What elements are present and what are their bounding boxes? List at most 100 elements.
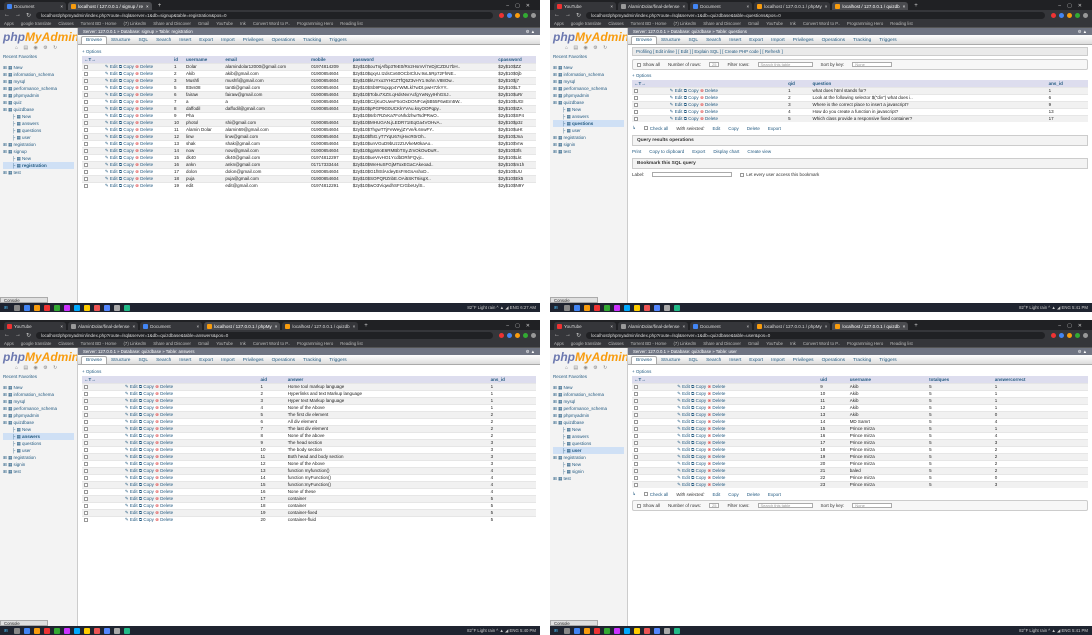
row-select-cell[interactable]: [632, 93, 668, 101]
table-cell[interactable]: 5: [927, 459, 993, 467]
table-cell[interactable]: alamindolar12000@gmail.com: [223, 62, 310, 70]
row-checkbox[interactable]: [634, 391, 638, 396]
table-cell[interactable]: 5: [488, 508, 536, 516]
back-icon[interactable]: ←: [554, 332, 560, 338]
taskbar-app-icon[interactable]: [33, 627, 40, 634]
breadcrumb[interactable]: Server: 127.0.0.1 » Database: quizdbase …: [78, 348, 540, 355]
url-input[interactable]: localhost/phpmyadmin/index.php?route=/sq…: [36, 11, 493, 19]
row-checkbox[interactable]: [634, 468, 638, 473]
table-cell[interactable]: Pha: [183, 111, 224, 119]
edit-link[interactable]: Edit: [110, 155, 118, 160]
tab-structure[interactable]: Structure: [657, 356, 684, 364]
row-select-cell[interactable]: [632, 417, 676, 425]
table-cell[interactable]: what does html stands for?: [810, 86, 1047, 94]
bookmark-item[interactable]: Torrent BD - Home: [81, 341, 117, 346]
tree-item[interactable]: ├ ▦ registration: [3, 162, 74, 169]
tab-operations[interactable]: Operations: [268, 36, 299, 44]
browser-tab[interactable]: YouTube ×: [4, 322, 66, 330]
copy-link[interactable]: Copy: [123, 155, 134, 160]
show-all-checkbox-wrap[interactable]: Show all: [637, 62, 660, 67]
copy-link[interactable]: Copy: [143, 503, 154, 508]
weather-text[interactable]: 82°F Light rain: [467, 305, 495, 310]
table-cell[interactable]: 5: [927, 396, 993, 404]
row-select-cell[interactable]: [632, 403, 676, 411]
bookmark-item[interactable]: google translate: [571, 341, 602, 346]
table-cell[interactable]: $2y$10$Sb9PSqxpp4YWMLkl7wDt.pwH7zkYY..: [350, 83, 497, 91]
qro-link[interactable]: Create view: [747, 149, 771, 154]
table-cell[interactable]: 4: [786, 107, 811, 115]
tab-search[interactable]: Search: [702, 36, 725, 44]
table-cell[interactable]: $2y$10$7hgwTTjFeWeyjZYVe/k.6nwFY..: [350, 125, 497, 133]
close-icon[interactable]: ×: [680, 324, 686, 329]
taskbar-app-icon[interactable]: [663, 304, 670, 311]
row-checkbox[interactable]: [84, 412, 88, 417]
copy-link[interactable]: Copy: [123, 120, 134, 125]
row-select-cell[interactable]: [82, 480, 123, 488]
bookmark-item[interactable]: Apps: [554, 341, 564, 346]
bulk-edit-button[interactable]: Edit: [713, 126, 721, 131]
edit-link[interactable]: Edit: [130, 510, 138, 515]
breadcrumb-controls-icon[interactable]: ⚙ ▲: [1078, 349, 1087, 355]
copy-link[interactable]: Copy: [143, 489, 154, 494]
sort-by-key-select[interactable]: None: [852, 62, 893, 67]
browser-tab[interactable]: localhost / 127.0.0.1 / phpMy ×: [754, 322, 831, 330]
delete-link[interactable]: Delete: [712, 433, 725, 438]
row-checkbox[interactable]: [84, 454, 88, 459]
check-all-checkbox[interactable]: [643, 126, 648, 131]
table-cell[interactable]: 6: [1046, 93, 1088, 101]
table-cell[interactable]: Akib: [847, 396, 928, 404]
bookmark-item[interactable]: Gmail: [748, 341, 759, 346]
taskbar-app-icon[interactable]: [623, 304, 630, 311]
bookmark-item[interactable]: Share and Discover: [703, 21, 741, 26]
close-icon[interactable]: ×: [350, 324, 356, 329]
table-cell[interactable]: 1: [992, 382, 1088, 390]
table-cell[interactable]: $2y$10$UGI: [496, 97, 536, 105]
sidebar-home-icons[interactable]: ⌂ ▤ ◉ ⚙ ↻: [15, 45, 74, 51]
table-cell[interactable]: mushfi@gmail.com: [223, 76, 310, 84]
sql-query-links[interactable]: Profiling [ Edit inline ] [ Edit ] [ Exp…: [632, 47, 1088, 56]
language-indicator[interactable]: ENG: [1061, 628, 1070, 633]
row-select-cell[interactable]: [632, 473, 676, 481]
edit-link[interactable]: Edit: [130, 384, 138, 389]
table-cell[interactable]: $2y$10$G1f8SlArdeyEsFr6GsAshxD..: [350, 167, 497, 175]
tree-item[interactable]: ⊞ ▦ mysql: [553, 78, 624, 85]
row-checkbox[interactable]: [84, 92, 88, 97]
row-select-cell[interactable]: [82, 146, 103, 154]
delete-link[interactable]: Delete: [160, 489, 173, 494]
table-cell[interactable]: MD Samrt: [847, 417, 928, 425]
taskbar-app-icon[interactable]: [653, 627, 660, 634]
table-cell[interactable]: 01900854604: [309, 139, 351, 147]
copy-link[interactable]: Copy: [143, 510, 154, 515]
table-cell[interactable]: 5: [927, 473, 993, 481]
language-indicator[interactable]: ENG: [510, 305, 519, 310]
edit-link[interactable]: Edit: [110, 127, 118, 132]
bookmark-item[interactable]: Programming Hero: [847, 341, 883, 346]
table-cell[interactable]: 01974814209: [309, 62, 351, 70]
table-cell[interactable]: 01900854604: [309, 125, 351, 133]
edit-link[interactable]: Edit: [110, 141, 118, 146]
row-select-cell[interactable]: [632, 107, 668, 115]
table-cell[interactable]: [223, 111, 310, 119]
window-controls[interactable]: –▢✕: [1054, 3, 1092, 10]
copy-link[interactable]: Copy: [123, 162, 134, 167]
browser-tab[interactable]: localhost / 127.0.0.1 / quizdb ×: [832, 2, 909, 10]
bulk-export-button[interactable]: Export: [768, 126, 781, 131]
tree-item[interactable]: ├ ▦ questions: [553, 440, 624, 447]
tab-browse[interactable]: Browse: [81, 36, 107, 44]
table-cell[interactable]: 12: [818, 403, 848, 411]
tab-privileges[interactable]: Privileges: [239, 36, 268, 44]
row-select-cell[interactable]: [82, 139, 103, 147]
delete-link[interactable]: Delete: [160, 496, 173, 501]
taskbar-app-icon[interactable]: [123, 304, 130, 311]
tab-insert[interactable]: Insert: [175, 36, 195, 44]
taskbar-app-icon[interactable]: [113, 627, 120, 634]
table-cell[interactable]: 1: [488, 382, 536, 390]
edit-link[interactable]: Edit: [110, 99, 118, 104]
recent-favorites-tabs[interactable]: Recent Favorites: [3, 54, 74, 59]
row-checkbox[interactable]: [84, 440, 88, 445]
start-icon[interactable]: ⊞: [554, 305, 558, 311]
browser-tab[interactable]: localhost / 127.0.0.1 / quizdb ×: [832, 322, 909, 330]
edit-link[interactable]: Edit: [110, 106, 118, 111]
extension-icon[interactable]: [1075, 332, 1080, 338]
extension-icon[interactable]: [507, 12, 512, 18]
